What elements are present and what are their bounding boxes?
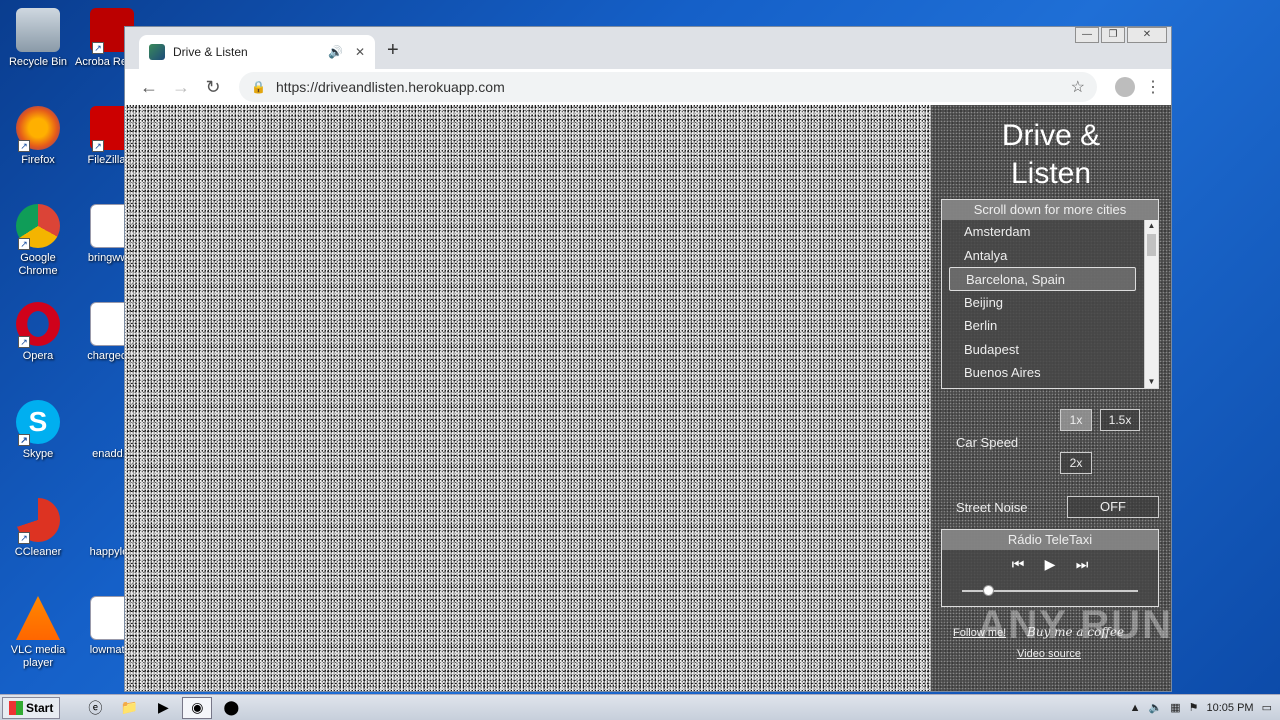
speed-1-5x-button[interactable]: 1.5x [1100,409,1140,431]
city-list-header: Scroll down for more cities [942,200,1158,220]
city-item[interactable]: Beijing [942,291,1158,315]
lock-icon: 🔒 [251,80,266,94]
desktop-icon-label: Recycle Bin [8,56,68,68]
minimize-button[interactable]: — [1075,27,1099,43]
radio-station-title: Rádio TeleTaxi [942,530,1158,550]
city-item[interactable]: Budapest [942,338,1158,362]
tab-title: Drive & Listen [173,45,248,59]
browser-toolbar: ← → ↻ 🔒 ☆ ⋮ [125,69,1171,105]
desktop-icon-chrome[interactable]: ↗ Google Chrome [0,204,76,278]
city-item[interactable]: Antalya [942,244,1158,268]
network-icon[interactable]: ▦ [1170,701,1180,714]
logo-line-1: Drive & [1001,119,1101,152]
menu-dots-icon[interactable]: ⋮ [1145,77,1161,97]
desktop-icon-label: VLC media player [10,644,66,669]
start-label: Start [26,700,54,715]
close-window-button[interactable]: ✕ [1127,27,1167,43]
clock[interactable]: 10:05 PM [1207,702,1254,714]
desktop-icon-skype[interactable]: S ↗ Skype [0,400,76,461]
favicon-icon [149,44,165,60]
desktop-icon-label: Opera [22,350,54,362]
watermark-logo: ANY RUN [977,603,1173,647]
desktop-icon-label: Firefox [21,154,55,166]
volume-slider-knob[interactable] [983,585,995,596]
ccleaner-icon: ↗ [16,498,60,544]
chrome-taskbar-icon[interactable]: ◉ [182,696,213,719]
skype-icon: S ↗ [16,400,60,446]
url-input[interactable] [275,79,1071,95]
profile-avatar[interactable] [1115,77,1135,97]
city-item[interactable]: Buenos Aires [942,361,1158,385]
vlc-icon [16,596,60,640]
scroll-up-icon[interactable]: ▲ [1145,220,1158,232]
chrome-icon: ↗ [16,204,60,250]
video-static-noise [125,105,931,691]
next-track-icon[interactable]: ⏭ [1074,556,1090,573]
page-content: Drive & Listen Scroll down for more citi… [125,105,1171,691]
bookmark-star-icon[interactable]: ☆ [1071,77,1085,97]
recycle-bin-icon [16,8,60,52]
action-center-flag-icon[interactable]: ⚑ [1189,701,1199,714]
windows-logo-icon [9,700,23,715]
firefox-icon: ↗ [16,106,60,152]
desktop-icon-firefox[interactable]: ↗ Firefox [0,106,76,167]
system-tray: ▲ 🔈 ▦ ⚑ 10:05 PM ▭ [1130,701,1280,715]
city-item[interactable]: Berlin [942,314,1158,338]
city-list-scrollbar[interactable]: ▲ ▼ [1144,220,1158,388]
opera-icon: ↗ [16,302,60,348]
desktop-icon-recycle-bin[interactable]: Recycle Bin [0,8,76,69]
logo-line-2: Listen [1010,157,1092,190]
city-item[interactable]: Amsterdam [942,220,1158,244]
speed-2x-button[interactable]: 2x [1060,452,1092,474]
desktop-icon-label: CCleaner [14,546,62,558]
desktop-icon-opera[interactable]: ↗ Opera [0,302,76,363]
taskbar: Start ⓔ 📁 ▶ ◉ ⬤ ▲ 🔈 ▦ ⚑ 10:05 PM ▭ [0,694,1280,720]
new-tab-button[interactable]: + [387,39,399,62]
city-selector: Scroll down for more cities Amsterdam An… [941,199,1159,389]
media-player-taskbar-icon[interactable]: ▶ [148,697,178,719]
city-item-selected[interactable]: Barcelona, Spain [949,267,1136,291]
address-bar[interactable]: 🔒 ☆ [239,72,1097,102]
desktop-icon-label: Google Chrome [18,252,58,277]
street-noise-toggle[interactable]: OFF [1067,496,1159,518]
close-tab-icon[interactable]: ✕ [355,45,365,59]
speaker-icon[interactable]: 🔊 [328,45,343,59]
tray-expand-icon[interactable]: ▲ [1130,702,1141,714]
app-logo: Drive & Listen [931,117,1171,193]
car-speed-label: Car Speed [956,435,1019,450]
back-icon[interactable]: ← [135,73,163,101]
previous-track-icon[interactable]: ⏮ [1010,556,1026,573]
restore-button[interactable]: ❐ [1101,27,1125,43]
show-desktop-icon[interactable]: ▭ [1262,701,1272,714]
forward-icon[interactable]: → [167,73,195,101]
control-sidebar: Drive & Listen Scroll down for more citi… [931,105,1171,691]
opera-taskbar-icon[interactable]: ⬤ [216,697,246,719]
ie-taskbar-icon[interactable]: ⓔ [80,697,110,719]
volume-icon[interactable]: 🔈 [1149,701,1163,714]
video-source-link[interactable]: Video source [1017,648,1081,660]
scroll-down-icon[interactable]: ▼ [1145,376,1158,388]
scrollbar-thumb[interactable] [1147,234,1156,256]
city-list[interactable]: Amsterdam Antalya Barcelona, Spain Beiji… [942,220,1158,388]
browser-tab[interactable]: Drive & Listen 🔊 ✕ [139,35,375,69]
start-button[interactable]: Start [2,696,61,719]
explorer-taskbar-icon[interactable]: 📁 [114,697,144,719]
speed-1x-button[interactable]: 1x [1060,409,1092,431]
radio-controls: ⏮ ▶ ⏭ [942,556,1158,573]
desktop-icon-vlc[interactable]: VLC media player [0,596,76,670]
window-controls: — ❐ ✕ [1075,27,1167,43]
play-icon[interactable]: ▶ [1042,556,1058,573]
desktop-icon-ccleaner[interactable]: ↗ CCleaner [0,498,76,559]
radio-player: Rádio TeleTaxi ⏮ ▶ ⏭ [941,529,1159,607]
browser-window: — ❐ ✕ Drive & Listen 🔊 ✕ + ← → ↻ 🔒 ☆ ⋮ D… [124,26,1172,692]
desktop-icon-label: Skype [22,448,54,460]
volume-slider[interactable] [962,585,1138,596]
street-noise-label: Street Noise [956,500,1028,515]
reload-icon[interactable]: ↻ [199,73,227,101]
